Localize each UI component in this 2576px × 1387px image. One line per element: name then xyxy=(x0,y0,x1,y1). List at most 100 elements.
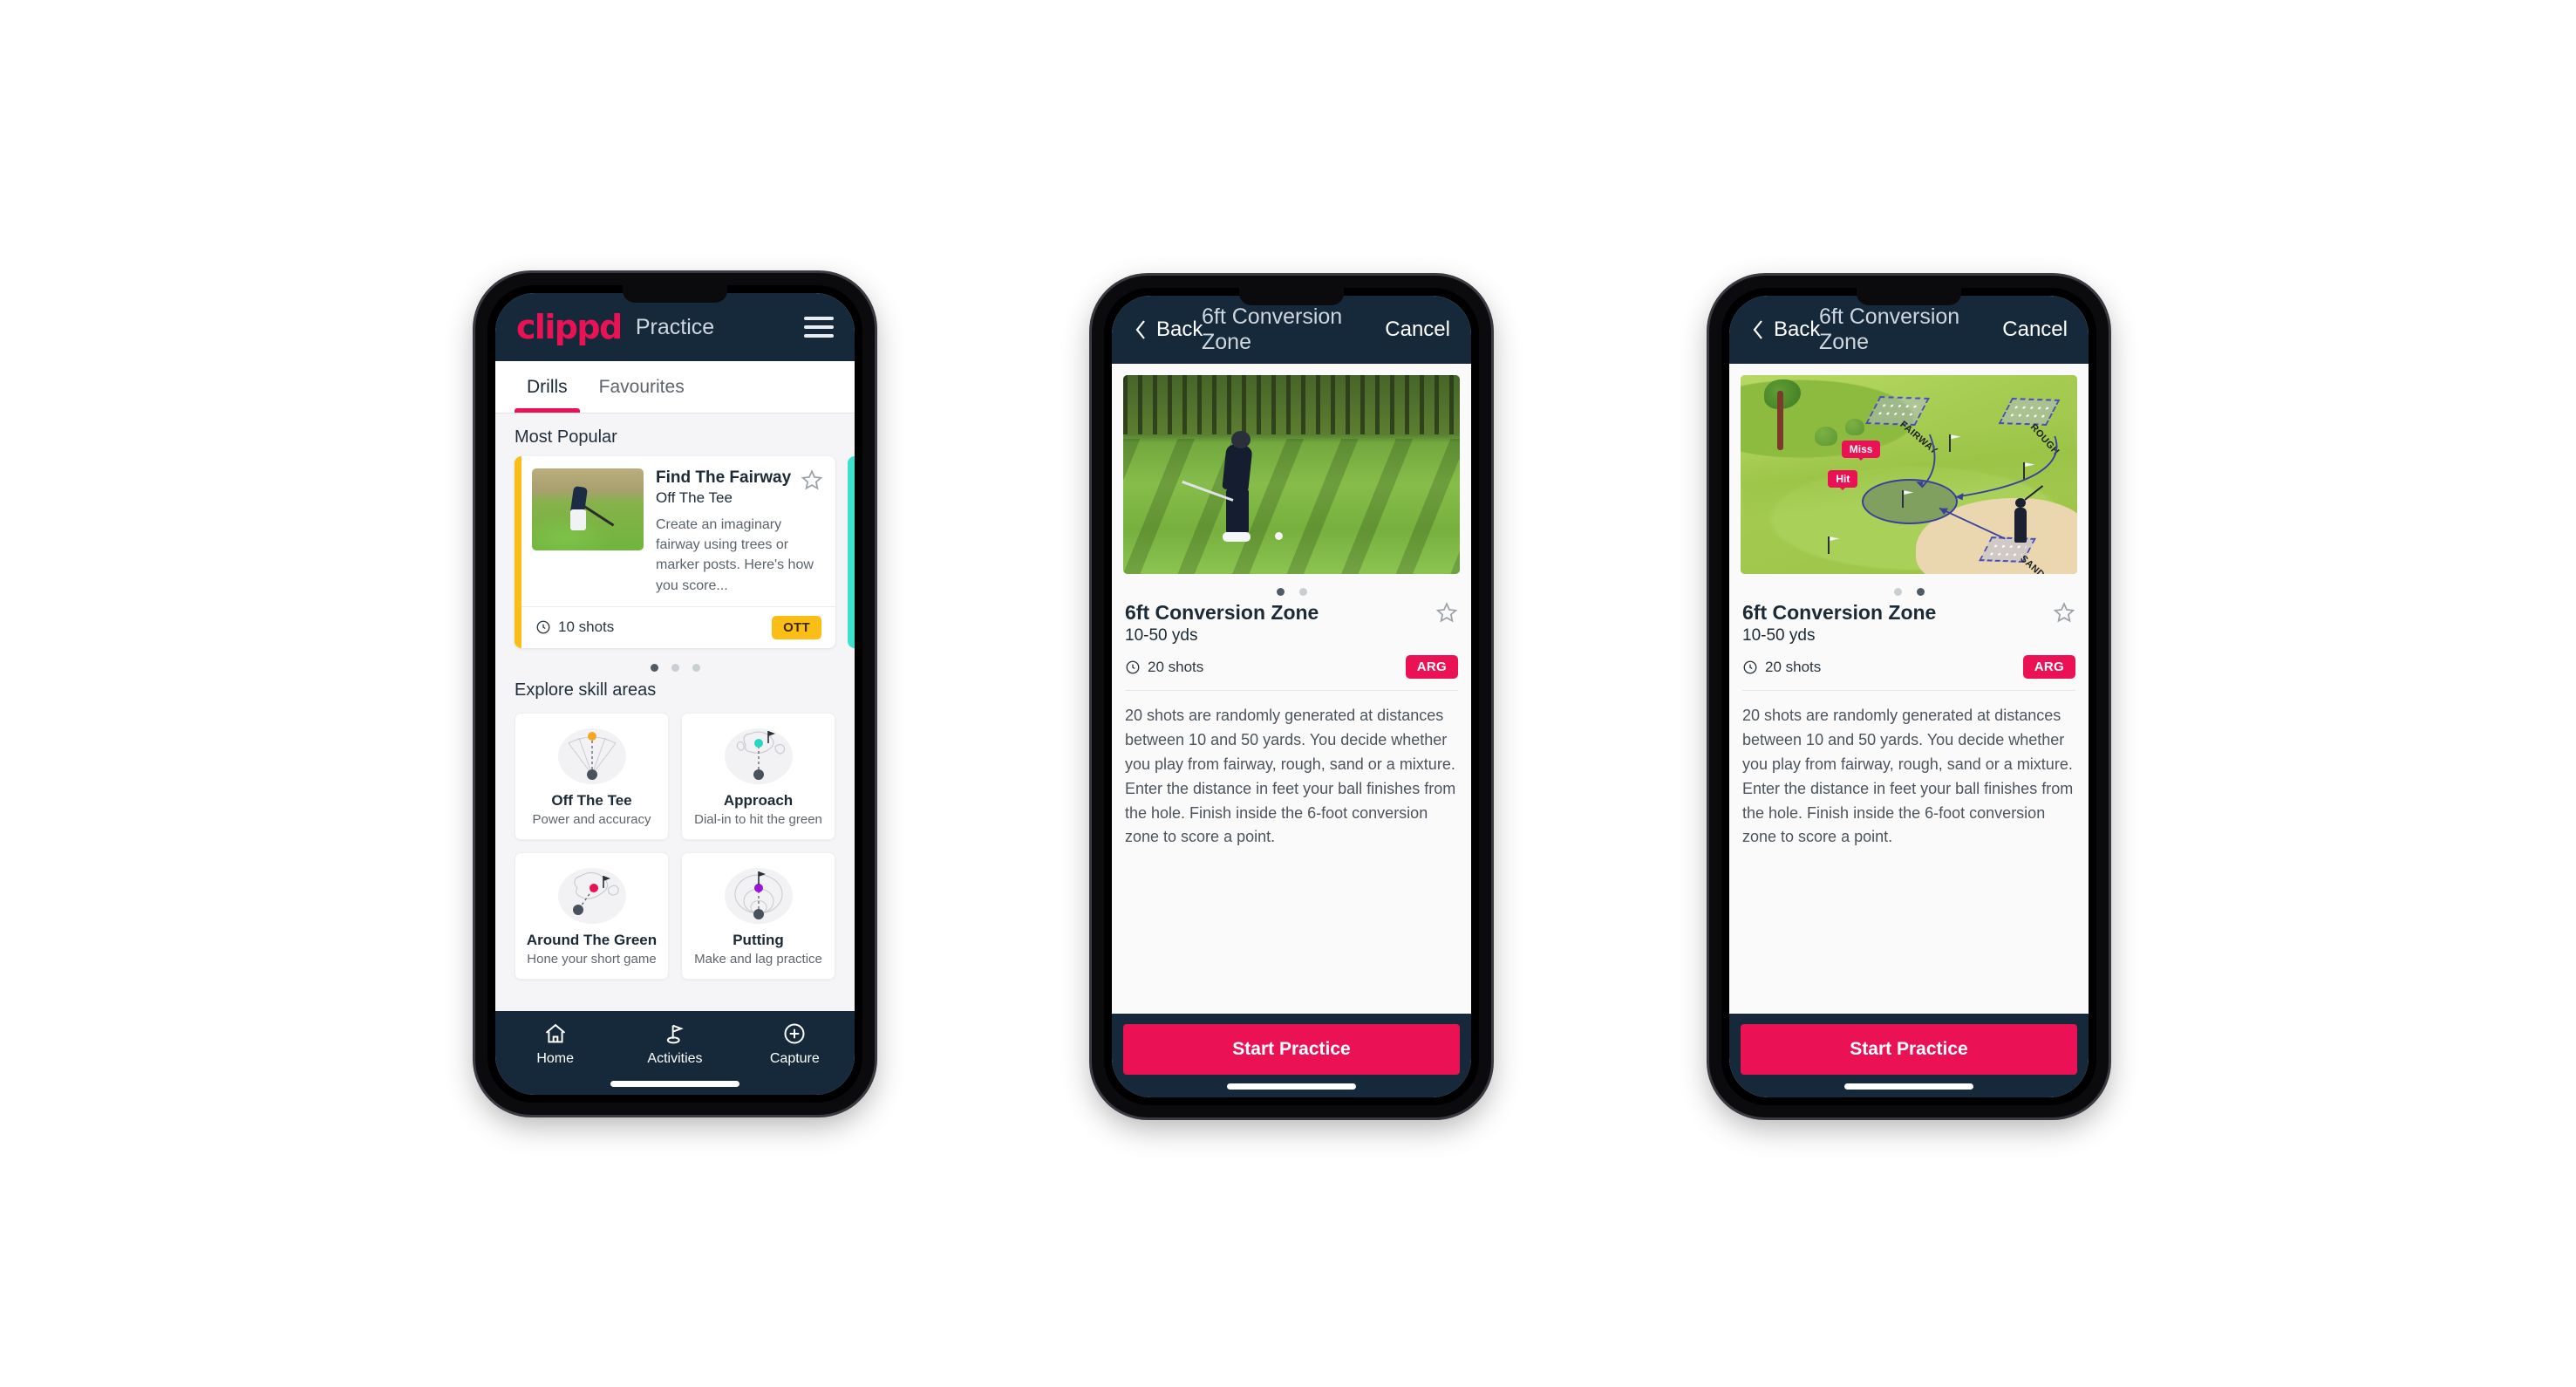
detail-header: 6ft Conversion Zone 10-50 yds 20 shots A… xyxy=(1112,599,1471,679)
media-dot-2[interactable] xyxy=(1916,588,1925,596)
skill-desc: Make and lag practice xyxy=(694,951,822,967)
back-button[interactable]: Back xyxy=(1750,318,1820,342)
photo-shadows xyxy=(1123,438,1460,574)
phone-bezel: clippd Practice Drills Favourites Most P… xyxy=(487,285,862,1103)
drill-title: Find The Fairway xyxy=(656,468,792,487)
detail-title-row: 6ft Conversion Zone 10-50 yds xyxy=(1742,601,2075,646)
tabbar-label: Capture xyxy=(769,1051,820,1066)
skill-name: Off The Tee xyxy=(551,791,632,809)
phone-detail-illustration: Back 6ft Conversion Zone Cancel FAIRWAY … xyxy=(1709,276,2109,1117)
star-outline-icon[interactable] xyxy=(2053,601,2075,624)
practice-tabs: Drills Favourites xyxy=(495,361,855,413)
detail-shots-label: 20 shots xyxy=(1765,658,1822,675)
skill-card-approach[interactable]: Approach Dial-in to hit the green xyxy=(681,712,835,840)
skill-name: Approach xyxy=(723,791,794,809)
drill-card-body: Find The Fairway Off The Tee Create an i… xyxy=(521,456,835,606)
cancel-button[interactable]: Cancel xyxy=(1385,318,1450,342)
skill-name: Around The Green xyxy=(526,931,658,948)
media-dot-2[interactable] xyxy=(1298,588,1307,596)
carousel-dot-1[interactable] xyxy=(650,663,658,672)
clock-icon xyxy=(1743,660,1757,673)
skill-desc: Power and accuracy xyxy=(532,811,651,827)
drill-card-footer: 10 shots OTT xyxy=(521,605,835,648)
practice-content: Most Popular Find The Fairway Off The Te… xyxy=(495,413,855,1011)
carousel-pagination xyxy=(495,648,855,677)
home-indicator xyxy=(1844,1083,1973,1090)
detail-drill-title: 6ft Conversion Zone xyxy=(1742,601,1937,624)
practice-screen: clippd Practice Drills Favourites Most P… xyxy=(495,293,855,1095)
detail-body: FAIRWAY ROUGH SAND Miss Hit 6ft Conversi… xyxy=(1729,364,2089,1014)
golfer-head xyxy=(1230,430,1251,448)
star-outline-icon[interactable] xyxy=(1435,601,1458,624)
detail-header: 6ft Conversion Zone 10-50 yds 20 shots A… xyxy=(1729,599,2089,679)
clock-icon xyxy=(1126,660,1140,673)
home-indicator xyxy=(610,1081,739,1087)
skill-card-putting[interactable]: Putting Make and lag practice xyxy=(681,851,835,980)
tab-favourites[interactable]: Favourites xyxy=(587,361,697,413)
phone-detail-video: Back 6ft Conversion Zone Cancel 6ft Conv… xyxy=(1092,276,1491,1117)
tab-drills[interactable]: Drills xyxy=(515,361,580,413)
cancel-button[interactable]: Cancel xyxy=(2002,318,2068,342)
golf-ball xyxy=(1274,531,1283,540)
drill-thumbnail xyxy=(532,468,644,550)
carousel-dot-2[interactable] xyxy=(671,663,679,672)
detail-description: 20 shots are randomly generated at dista… xyxy=(1742,707,2074,846)
detail-title-row: 6ft Conversion Zone 10-50 yds xyxy=(1125,601,1458,646)
skill-card-around-the-green[interactable]: Around The Green Hone your short game xyxy=(515,851,669,980)
tabbar-label: Home xyxy=(536,1051,574,1066)
drill-video-thumbnail[interactable] xyxy=(1123,375,1460,574)
detail-title: 6ft Conversion Zone xyxy=(1819,304,1960,354)
back-label: Back xyxy=(1156,318,1203,341)
drill-card-next-peek[interactable] xyxy=(848,456,855,648)
skill-badge-arg: ARG xyxy=(1405,655,1458,679)
clippd-logo: clippd xyxy=(516,308,623,346)
golfer-legs xyxy=(569,509,586,530)
start-practice-button[interactable]: Start Practice xyxy=(1123,1024,1460,1075)
tabbar-item-capture[interactable]: Capture xyxy=(735,1021,855,1067)
skill-badge-ott: OTT xyxy=(772,615,821,639)
skill-desc: Hone your short game xyxy=(527,951,657,967)
detail-meta-row: 20 shots ARG xyxy=(1125,655,1458,679)
course-diagram-illustration[interactable]: FAIRWAY ROUGH SAND Miss Hit xyxy=(1741,375,2077,574)
golf-club xyxy=(583,505,615,527)
golfer-shoes xyxy=(1222,531,1251,542)
drill-shots-label: 10 shots xyxy=(558,618,615,636)
carousel-dot-3[interactable] xyxy=(692,663,700,672)
detail-shots: 20 shots xyxy=(1742,659,1821,676)
practice-appbar: clippd Practice xyxy=(495,293,855,361)
hamburger-menu-icon[interactable] xyxy=(804,317,834,338)
back-button[interactable]: Back xyxy=(1133,318,1203,342)
start-practice-button[interactable]: Start Practice xyxy=(1741,1024,2077,1075)
hamburger-line xyxy=(804,334,834,338)
star-outline-icon[interactable] xyxy=(801,468,823,491)
media-dot-1[interactable] xyxy=(1276,588,1285,596)
shot-path-arrows xyxy=(1916,434,2058,540)
detail-video-screen: Back 6ft Conversion Zone Cancel 6ft Conv… xyxy=(1112,296,1471,1097)
section-explore-skill-areas: Explore skill areas xyxy=(515,680,657,700)
skill-name: Putting xyxy=(733,931,784,948)
detail-shots: 20 shots xyxy=(1125,659,1203,676)
screenshot-stage: clippd Practice Drills Favourites Most P… xyxy=(0,0,2576,1387)
phone-bezel: Back 6ft Conversion Zone Cancel xyxy=(1104,288,1479,1105)
chevron-left-icon xyxy=(1753,320,1762,339)
approach-green-icon xyxy=(689,724,828,789)
detail-appbar: Back 6ft Conversion Zone Cancel xyxy=(1112,296,1471,364)
detail-meta-row: 20 shots ARG xyxy=(1742,655,2075,679)
clock-icon xyxy=(536,620,550,634)
around-green-icon xyxy=(522,864,661,928)
detail-drill-title: 6ft Conversion Zone xyxy=(1125,601,1319,624)
drill-carousel[interactable]: Find The Fairway Off The Tee Create an i… xyxy=(495,456,855,648)
drill-card[interactable]: Find The Fairway Off The Tee Create an i… xyxy=(515,456,835,648)
detail-title: 6ft Conversion Zone xyxy=(1202,304,1343,354)
phone-notch xyxy=(1239,288,1344,305)
tabbar-item-activities[interactable]: Activities xyxy=(615,1021,734,1067)
skill-badge-arg: ARG xyxy=(2022,655,2075,679)
section-most-popular: Most Popular xyxy=(515,427,617,447)
page-title: Practice xyxy=(635,314,715,339)
photo-treeline xyxy=(1123,375,1460,435)
tabbar-item-home[interactable]: Home xyxy=(495,1021,615,1067)
skill-card-off-the-tee[interactable]: Off The Tee Power and accuracy xyxy=(515,712,669,840)
home-icon xyxy=(545,1023,565,1043)
hamburger-line xyxy=(804,317,834,320)
media-dot-1[interactable] xyxy=(1893,588,1902,596)
